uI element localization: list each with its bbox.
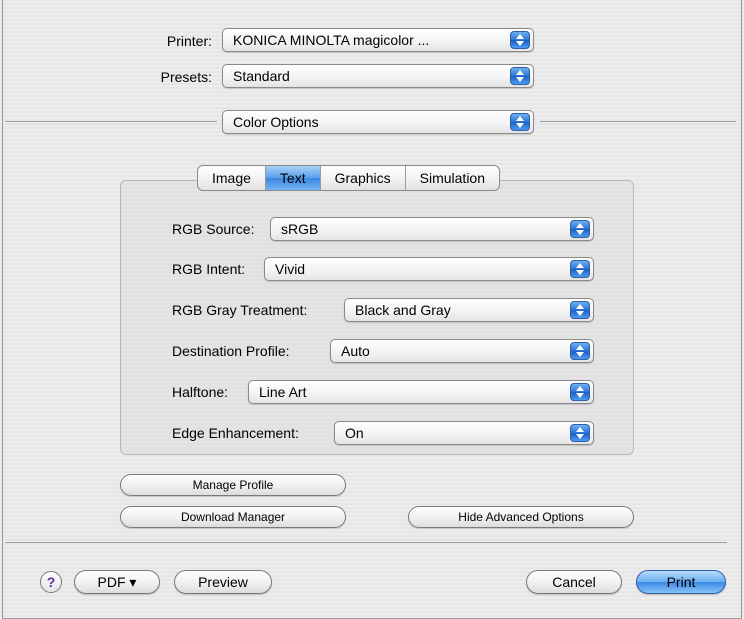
manage-profile-button[interactable]: Manage Profile	[120, 474, 346, 496]
popup-arrows-icon	[570, 220, 590, 238]
destination-profile-label: Destination Profile:	[172, 343, 290, 359]
popup-arrows-icon	[570, 342, 590, 360]
rgb-gray-treatment-popup[interactable]: Black and Gray	[344, 298, 594, 322]
popup-arrows-icon	[510, 31, 530, 49]
popup-arrows-icon	[510, 113, 530, 131]
rgb-intent-value: Vivid	[275, 261, 306, 277]
download-manager-button[interactable]: Download Manager	[120, 506, 346, 528]
halftone-value: Line Art	[259, 384, 307, 400]
presets-label: Presets:	[160, 69, 212, 85]
rgb-gray-treatment-label: RGB Gray Treatment:	[172, 302, 308, 318]
destination-profile-value: Auto	[341, 343, 370, 359]
presets-value: Standard	[233, 68, 290, 84]
tab-graphics[interactable]: Graphics	[321, 166, 406, 190]
halftone-popup[interactable]: Line Art	[248, 380, 594, 404]
rgb-source-value: sRGB	[281, 221, 319, 237]
printer-popup[interactable]: KONICA MINOLTA magicolor ...	[222, 28, 534, 52]
destination-profile-popup[interactable]: Auto	[330, 339, 594, 363]
popup-arrows-icon	[570, 424, 590, 442]
panel-popup[interactable]: Color Options	[222, 110, 534, 134]
popup-arrows-icon	[570, 301, 590, 319]
separator-right	[540, 121, 736, 122]
popup-arrows-icon	[510, 67, 530, 85]
separator-left	[5, 121, 217, 122]
preview-button[interactable]: Preview	[174, 570, 272, 594]
presets-popup[interactable]: Standard	[222, 64, 534, 88]
rgb-source-popup[interactable]: sRGB	[270, 217, 594, 241]
edge-enhancement-value: On	[345, 425, 364, 441]
popup-arrows-icon	[570, 260, 590, 278]
tab-simulation[interactable]: Simulation	[406, 166, 499, 190]
printer-label: Printer:	[166, 33, 212, 49]
pdf-button[interactable]: PDF ▾	[74, 570, 160, 594]
printer-value: KONICA MINOLTA magicolor ...	[233, 32, 430, 48]
edge-enhancement-popup[interactable]: On	[334, 421, 594, 445]
tab-text[interactable]: Text	[265, 166, 321, 190]
tab-bar: Image Text Graphics Simulation	[197, 165, 501, 191]
popup-arrows-icon	[570, 383, 590, 401]
halftone-label: Halftone:	[172, 384, 229, 400]
help-icon[interactable]: ?	[40, 571, 62, 593]
print-button[interactable]: Print	[636, 570, 726, 594]
rgb-intent-popup[interactable]: Vivid	[264, 257, 594, 281]
rgb-source-label: RGB Source:	[172, 221, 255, 237]
cancel-button[interactable]: Cancel	[526, 570, 622, 594]
edge-enhancement-label: Edge Enhancement:	[172, 425, 299, 441]
panel-value: Color Options	[233, 114, 319, 130]
footer-separator	[5, 542, 727, 543]
tab-image[interactable]: Image	[198, 166, 266, 190]
hide-advanced-options-button[interactable]: Hide Advanced Options	[408, 506, 634, 528]
rgb-gray-treatment-value: Black and Gray	[355, 302, 451, 318]
rgb-intent-label: RGB Intent:	[172, 261, 246, 277]
